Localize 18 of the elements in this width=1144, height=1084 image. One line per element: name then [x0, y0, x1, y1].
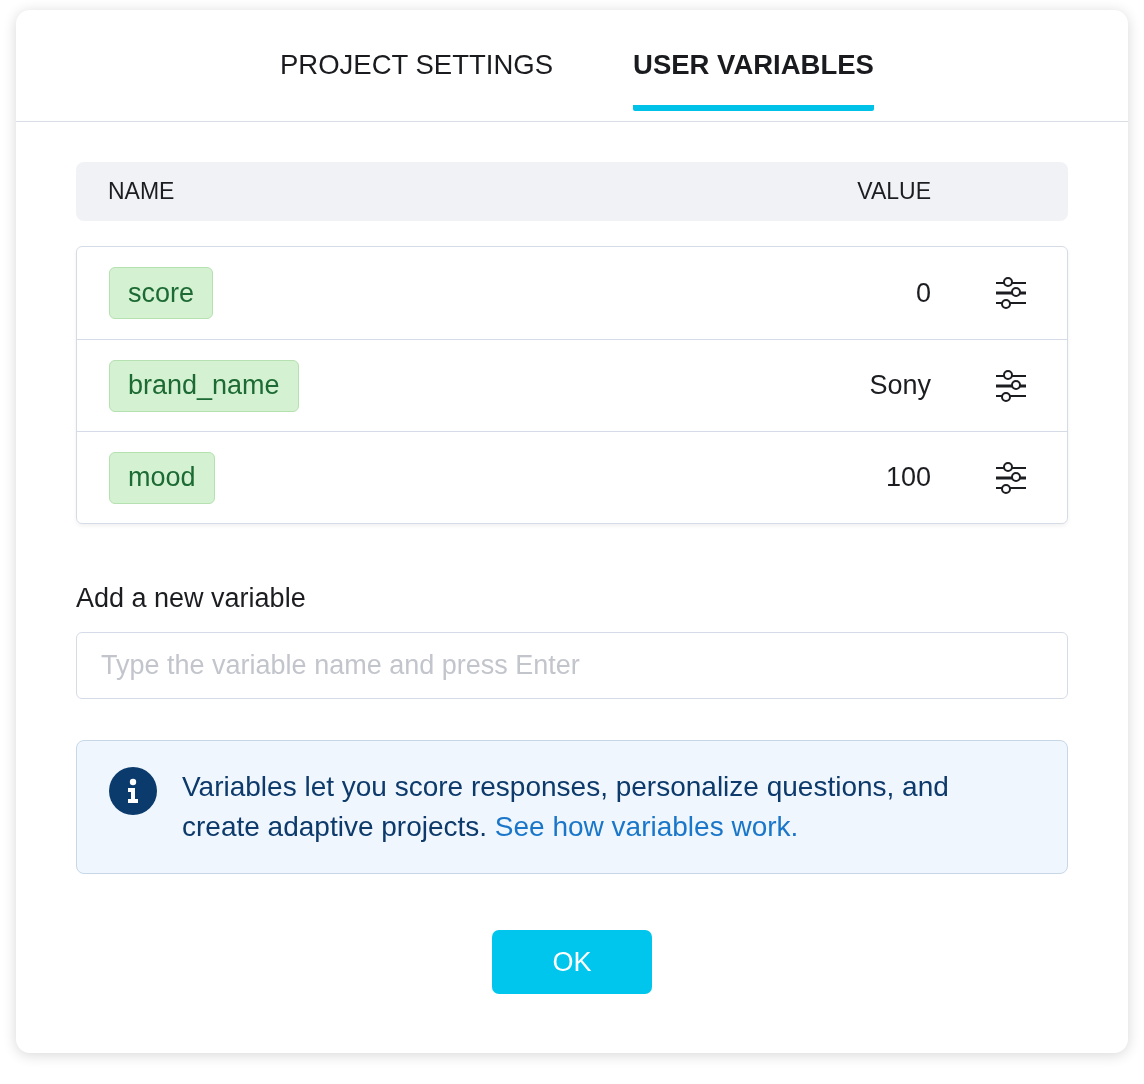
- variable-value: 100: [885, 462, 931, 493]
- variable-chip: mood: [109, 451, 215, 504]
- info-text: Variables let you score responses, personalize questions, and create adaptive projects. See how variables work.: [182, 770, 950, 844]
- variable-name-input[interactable]: Type the variable name and press Enter: [76, 632, 1068, 699]
- help-link[interactable]: See how variables work.: [494, 811, 799, 842]
- sliders-icon[interactable]: [995, 369, 1027, 402]
- variable-chip: score: [109, 267, 214, 319]
- info-icon: [109, 767, 157, 815]
- variable-value: 0: [915, 277, 931, 309]
- sliders-icon[interactable]: [995, 461, 1027, 494]
- field-label: Add a new variable: [76, 582, 306, 614]
- column-header: NAME: [108, 178, 175, 205]
- sliders-icon[interactable]: [995, 277, 1027, 309]
- tab[interactable]: PROJECT SETTINGS: [280, 50, 554, 111]
- column-header: VALUE: [857, 178, 931, 205]
- tab[interactable]: USER VARIABLES: [633, 50, 874, 111]
- variable-value: Sony: [869, 370, 931, 401]
- variable-chip: brand_name: [109, 359, 299, 412]
